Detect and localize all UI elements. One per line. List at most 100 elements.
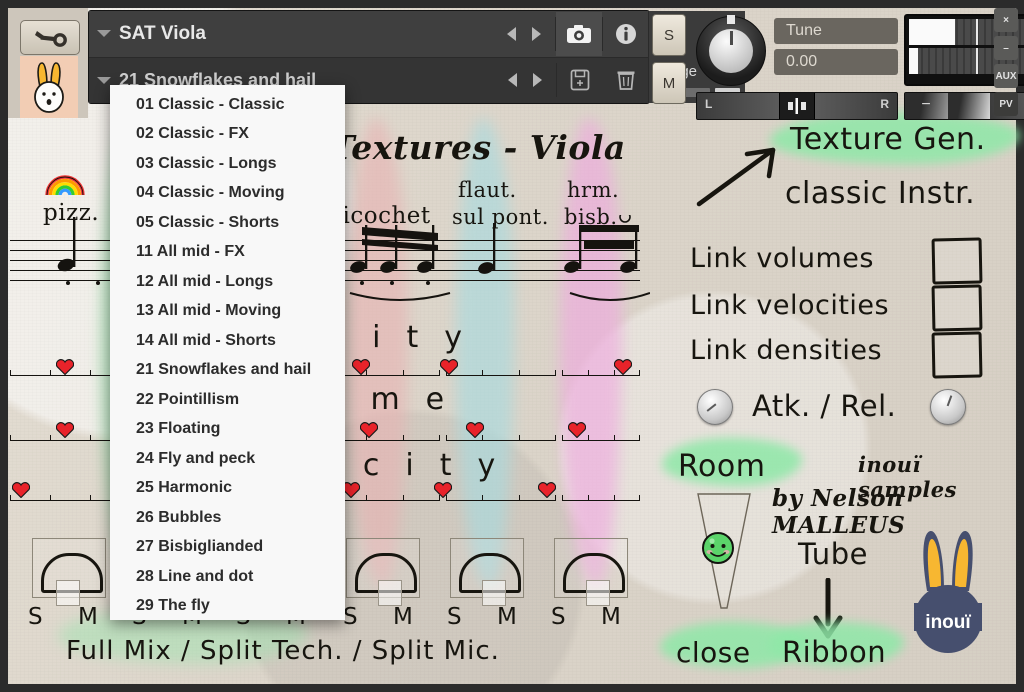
info-icon[interactable]: [603, 12, 649, 56]
mic-toggle[interactable]: [482, 580, 506, 606]
slider-handle-heart[interactable]: [56, 421, 74, 438]
attack-knob[interactable]: [697, 389, 733, 425]
snapshot-camera-icon[interactable]: [556, 11, 602, 56]
preset-dropdown-menu[interactable]: 01 Classic - Classic 02 Classic - FX 03 …: [110, 85, 345, 620]
solo-label[interactable]: S: [447, 604, 462, 630]
slider-handle-heart[interactable]: [568, 421, 586, 438]
dropdown-item[interactable]: 14 All mid - Shorts: [110, 326, 345, 356]
mic-toggle[interactable]: [56, 580, 80, 606]
mute-label[interactable]: M: [601, 604, 621, 630]
velocity-ruler[interactable]: [330, 495, 440, 501]
dropdown-item[interactable]: 26 Bubbles: [110, 503, 345, 533]
wrench-button[interactable]: [20, 20, 80, 55]
pan-right-label: R: [880, 97, 889, 111]
volume-handle[interactable]: [947, 93, 991, 119]
release-knob[interactable]: [930, 389, 966, 425]
mic-toggle[interactable]: [586, 580, 610, 606]
mute-label[interactable]: M: [393, 604, 413, 630]
solo-label[interactable]: S: [28, 604, 43, 630]
checkbox-link-volumes[interactable]: [931, 237, 983, 285]
mute-label[interactable]: M: [497, 604, 517, 630]
dropdown-item[interactable]: 25 Harmonic: [110, 474, 345, 504]
mic-toggle[interactable]: [378, 580, 402, 606]
label-ribbon: Ribbon: [782, 635, 887, 669]
bunny-logo-icon: [34, 62, 64, 113]
solo-label[interactable]: S: [343, 604, 358, 630]
solo-button[interactable]: S: [652, 14, 686, 56]
preset-dropdown-caret[interactable]: [89, 76, 119, 84]
dropdown-item[interactable]: 22 Pointillism: [110, 385, 345, 415]
tune-value[interactable]: 0.00: [774, 49, 898, 75]
delete-icon[interactable]: [603, 58, 649, 102]
checkbox-link-densities[interactable]: [931, 331, 983, 379]
prev-instrument-icon[interactable]: [507, 26, 516, 41]
dropdown-item[interactable]: 13 All mid - Moving: [110, 297, 345, 327]
save-icon[interactable]: [557, 58, 603, 102]
slider-handle-heart[interactable]: [434, 481, 452, 498]
instrument-prev-next[interactable]: [493, 26, 555, 41]
next-preset-icon[interactable]: [533, 73, 542, 88]
density-ruler[interactable]: [446, 370, 556, 376]
dropdown-item[interactable]: 03 Classic - Longs: [110, 149, 345, 179]
slider-handle-heart[interactable]: [12, 481, 30, 498]
velocity-ruler[interactable]: [446, 495, 556, 501]
dropdown-item[interactable]: 01 Classic - Classic: [110, 90, 345, 120]
slider-handle-heart[interactable]: [466, 421, 484, 438]
slider-handle-heart[interactable]: [440, 358, 458, 375]
pan-slider[interactable]: L R: [696, 92, 898, 120]
tune-knob[interactable]: [696, 15, 768, 88]
minimize-button[interactable]: –: [994, 36, 1018, 60]
solo-label[interactable]: S: [551, 604, 566, 630]
dropdown-item[interactable]: 05 Classic - Shorts: [110, 208, 345, 238]
volume-ruler[interactable]: [562, 435, 640, 441]
label-texture-gen: Texture Gen.: [790, 122, 986, 157]
score-title: Textures - Viola: [330, 128, 626, 167]
velocity-ruler[interactable]: [562, 495, 640, 501]
dropdown-item[interactable]: 11 All mid - FX: [110, 238, 345, 268]
wrench-icon: [35, 30, 67, 47]
dropdown-item[interactable]: 02 Classic - FX: [110, 120, 345, 150]
label-tube: Tube: [798, 537, 868, 571]
density-ruler[interactable]: [562, 370, 640, 376]
label-close: close: [676, 636, 751, 669]
slider-handle-heart[interactable]: [614, 358, 632, 375]
bunny-logo-tile[interactable]: [20, 56, 78, 118]
aux-button[interactable]: AUX: [994, 64, 1018, 88]
slider-handle-heart[interactable]: [56, 358, 74, 375]
close-button[interactable]: ×: [994, 8, 1018, 32]
density-ruler[interactable]: [330, 370, 440, 376]
pan-left-label: L: [705, 97, 713, 111]
label-classic-instr: classic Instr.: [785, 176, 976, 211]
mixer-strip: S M Tune 0.00 L R − +: [652, 10, 1024, 120]
slider-handle-heart[interactable]: [352, 358, 370, 375]
dropdown-item[interactable]: 28 Line and dot: [110, 562, 345, 592]
volume-ruler[interactable]: [446, 435, 556, 441]
solo-mute-column: S M: [652, 14, 686, 110]
slider-handle-heart[interactable]: [360, 421, 378, 438]
room-fader-handle-smiley[interactable]: [700, 530, 736, 566]
dropdown-item[interactable]: 21 Snowflakes and hail: [110, 356, 345, 386]
label-room: Room: [678, 449, 766, 484]
prev-preset-icon[interactable]: [508, 73, 517, 88]
window-buttons: × – AUX PV: [994, 8, 1018, 120]
mute-button[interactable]: M: [652, 62, 686, 104]
dropdown-item[interactable]: 12 All mid - Longs: [110, 267, 345, 297]
dropdown-item[interactable]: 24 Fly and peck: [110, 444, 345, 474]
volume-ruler[interactable]: [330, 435, 440, 441]
dropdown-item[interactable]: 23 Floating: [110, 415, 345, 445]
pan-center-handle[interactable]: [779, 93, 815, 119]
instrument-expand-caret[interactable]: [89, 30, 119, 38]
technique-label-flaut: flaut.: [458, 178, 517, 202]
next-instrument-icon[interactable]: [532, 26, 541, 41]
dropdown-item[interactable]: 27 Bisbiglianded: [110, 533, 345, 563]
slider-handle-heart[interactable]: [538, 481, 556, 498]
checkbox-link-velocities[interactable]: [931, 284, 983, 332]
dropdown-item[interactable]: 29 The fly: [110, 592, 345, 622]
plugin-window: Textures - Viola pizz. ricochet flaut. s…: [0, 0, 1024, 692]
preset-prev-next[interactable]: [494, 73, 556, 88]
instrument-name[interactable]: SAT Viola: [119, 23, 493, 45]
arrow-to-preset-icon: [696, 147, 776, 207]
pv-button[interactable]: PV: [994, 92, 1018, 116]
dropdown-item[interactable]: 04 Classic - Moving: [110, 179, 345, 209]
mute-label[interactable]: M: [78, 604, 98, 630]
